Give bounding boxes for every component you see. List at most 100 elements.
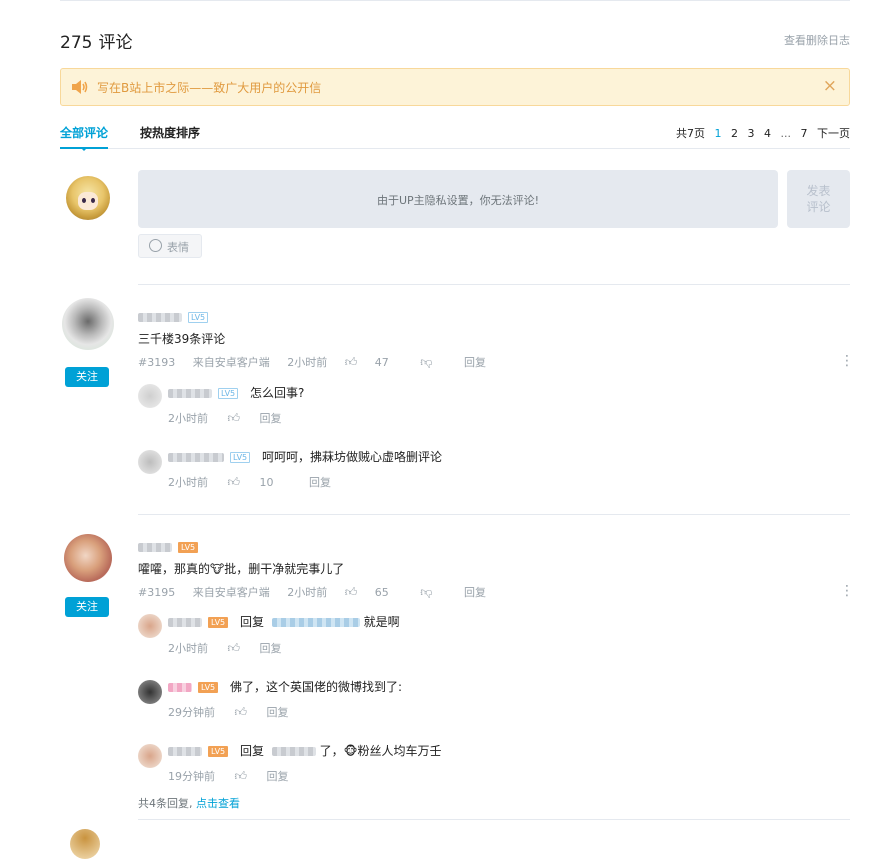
smile-icon <box>149 239 162 252</box>
reply-text: 呵呵呵，拂菻坊做贼心虚咯删评论 <box>261 450 442 464</box>
reply-username-blurred[interactable] <box>168 389 212 398</box>
comment-username[interactable]: LV5 <box>138 310 209 323</box>
level-badge: LV5 <box>218 388 239 399</box>
thumb-up-icon[interactable]: 👍︎ <box>235 769 248 784</box>
like-button[interactable]: 👍︎ 47 <box>345 355 403 369</box>
speaker-icon <box>72 80 88 94</box>
reply-text: 就是啊 <box>363 615 400 629</box>
reply-username-blurred[interactable] <box>168 453 224 462</box>
submit-label-line2: 评论 <box>806 200 831 214</box>
reply-button[interactable]: 回复 <box>260 642 282 655</box>
reply-prefix: 回复 <box>239 744 264 758</box>
level-badge: LV5 <box>230 452 251 463</box>
user-avatar[interactable] <box>70 829 100 859</box>
reply-username-blurred[interactable] <box>168 747 202 756</box>
notice-bar: 写在B站上市之际——致广大用户的公开信 × <box>60 68 850 106</box>
comment-title: 评论 <box>98 33 133 53</box>
reply-line: LV5 呵呵呵，拂菻坊做贼心虚咯删评论 <box>168 448 442 465</box>
comment-header: 275 评论 查看删除日志 <box>60 28 850 53</box>
level-badge: LV5 <box>198 682 219 693</box>
dislike-button[interactable]: 👎︎ <box>420 355 446 369</box>
reply-target-blurred[interactable] <box>271 747 316 756</box>
view-replies-link[interactable]: 点击查看 <box>196 797 240 810</box>
reply-total: 共4条回复, <box>138 797 193 810</box>
comment-content: 嚯嚯，那真的🐮批，删干净就完事儿了 <box>138 562 345 576</box>
section-divider <box>138 284 850 285</box>
thumb-up-icon[interactable]: 👍︎ <box>228 641 241 656</box>
username-blurred <box>138 312 182 322</box>
reply-meta: 19分钟前 👍︎ 回复 <box>168 768 305 784</box>
reply-text: 佛了，这个英国佬的微博找到了: <box>229 680 403 694</box>
reply-button[interactable]: 回复 <box>260 412 282 425</box>
comment-time: 2小时前 <box>287 586 328 599</box>
client-source: 来自安卓客户端 <box>192 586 270 599</box>
comment-input-disabled: 由于UP主隐私设置，你无法评论! <box>138 170 778 228</box>
page-total: 共7页 <box>676 127 705 140</box>
comment-count: 275 <box>60 33 93 53</box>
level-badge: LV5 <box>208 746 229 757</box>
reply-target-blurred[interactable] <box>271 618 360 627</box>
user-avatar[interactable] <box>62 298 114 350</box>
reply-button[interactable]: 回复 <box>267 706 289 719</box>
user-avatar[interactable] <box>64 534 112 582</box>
page-3[interactable]: 3 <box>748 127 755 140</box>
tab-all-comments[interactable]: 全部评论 <box>60 124 109 151</box>
thumb-up-icon[interactable]: 👍︎ <box>228 411 241 426</box>
more-options-icon[interactable]: ⋮ <box>840 584 854 598</box>
reply-avatar[interactable] <box>138 680 162 704</box>
submit-label-line1: 发表 <box>806 184 831 198</box>
close-icon[interactable]: × <box>823 77 837 95</box>
more-options-icon[interactable]: ⋮ <box>840 354 854 368</box>
reply-like[interactable]: 👍︎ 10 <box>227 475 290 489</box>
reply-button[interactable]: 回复 <box>309 476 331 489</box>
thumb-up-icon[interactable]: 👍︎ <box>235 705 248 720</box>
thumb-down-icon: 👎︎ <box>420 355 433 369</box>
emoji-button[interactable]: 表情 <box>138 234 202 258</box>
level-badge: LV5 <box>178 541 199 553</box>
section-divider <box>138 819 850 820</box>
reply-line: LV5 回复 就是啊 <box>168 613 400 630</box>
reply-meta: 29分钟前 👍︎ 回复 <box>168 704 305 720</box>
like-button[interactable]: 👍︎ 65 <box>345 585 403 599</box>
reply-line: LV5 回复 了，🐵粉丝人均车万壬 <box>168 742 442 759</box>
tab-sort-by-hot[interactable]: 按热度排序 <box>140 124 200 141</box>
reply-avatar[interactable] <box>138 744 162 768</box>
floor-number: #3193 <box>138 356 176 369</box>
page-2[interactable]: 2 <box>731 127 738 140</box>
reply-button[interactable]: 回复 <box>464 586 486 599</box>
notice-link[interactable]: 写在B站上市之际——致广大用户的公开信 <box>97 79 321 96</box>
thumb-up-icon: 👍︎ <box>227 475 241 489</box>
comment-time: 2小时前 <box>287 356 328 369</box>
like-count: 65 <box>374 586 389 599</box>
reply-button[interactable]: 回复 <box>464 356 486 369</box>
reply-avatar[interactable] <box>138 450 162 474</box>
level-badge: LV5 <box>188 311 209 323</box>
submit-comment-button[interactable]: 发表 评论 <box>787 170 850 228</box>
reply-text: 怎么回事? <box>249 386 305 400</box>
reply-prefix: 回复 <box>239 615 264 629</box>
follow-button[interactable]: 关注 <box>65 597 109 617</box>
username-blurred <box>138 542 172 552</box>
next-page-button[interactable]: 下一页 <box>817 127 850 140</box>
reply-username-blurred[interactable] <box>168 618 202 627</box>
page-1[interactable]: 1 <box>715 127 722 140</box>
comment-username[interactable]: LV5 <box>138 540 199 553</box>
my-avatar <box>66 176 110 220</box>
reply-time: 2小时前 <box>168 476 208 489</box>
reply-time: 2小时前 <box>168 412 208 425</box>
like-count: 47 <box>374 356 389 369</box>
reply-avatar[interactable] <box>138 614 162 638</box>
comment-disabled-hint: 由于UP主隐私设置，你无法评论! <box>376 194 540 207</box>
reply-button[interactable]: 回复 <box>267 770 289 783</box>
reply-username-blurred[interactable] <box>168 683 192 692</box>
page-7[interactable]: 7 <box>801 127 808 140</box>
dislike-button[interactable]: 👎︎ <box>420 585 446 599</box>
follow-button[interactable]: 关注 <box>65 367 109 387</box>
avatar-eye <box>82 198 86 203</box>
reply-text: 了，🐵粉丝人均车万壬 <box>319 744 442 758</box>
reply-time: 19分钟前 <box>168 770 215 783</box>
delete-log-link[interactable]: 查看删除日志 <box>784 32 850 48</box>
page-4[interactable]: 4 <box>764 127 771 140</box>
avatar-eye <box>91 198 95 203</box>
reply-avatar[interactable] <box>138 384 162 408</box>
